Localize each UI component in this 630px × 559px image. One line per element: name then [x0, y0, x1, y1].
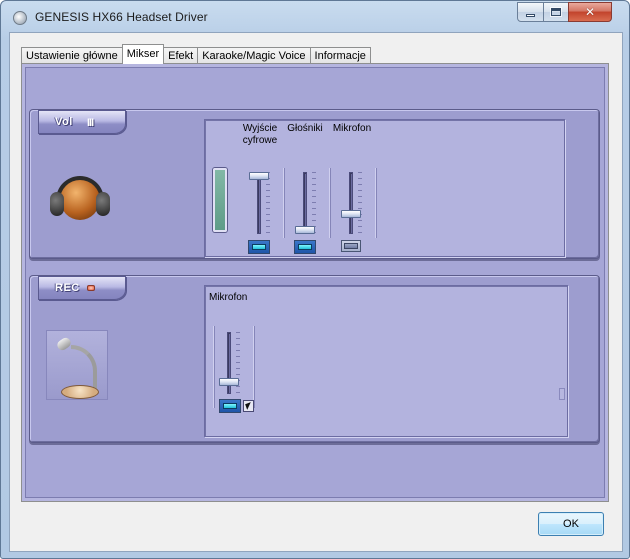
minimize-icon: [526, 13, 535, 17]
window-title: GENESIS HX66 Headset Driver: [35, 10, 208, 24]
tab-mikser[interactable]: Mikser: [121, 44, 165, 64]
close-icon: ✕: [584, 5, 596, 19]
channel-separator: [283, 168, 284, 238]
vol-badge: Vol III: [38, 110, 126, 134]
slider-mikrofon[interactable]: [341, 172, 362, 234]
rec-mute-button-mikrofon[interactable]: [219, 399, 241, 413]
mute-button-glosniki[interactable]: [294, 240, 316, 254]
mute-led-icon: [344, 243, 358, 249]
slider-wyjscie-cyfrowe[interactable]: [249, 172, 270, 234]
playback-channels-panel: Wyjście cyfrowe Głośniki Mikrofon: [204, 119, 565, 257]
headphones-icon: [48, 176, 112, 228]
channel-separator: [375, 168, 376, 238]
channel-label-glosniki: Głośniki: [287, 123, 323, 134]
slider-ticks: [312, 172, 316, 234]
rec-badge: REC: [38, 276, 126, 300]
close-button[interactable]: ✕: [568, 2, 612, 22]
channel-separator: [213, 326, 214, 408]
slider-glosniki[interactable]: [295, 172, 316, 234]
tab-informacje[interactable]: Informacje: [309, 47, 371, 64]
app-window: GENESIS HX66 Headset Driver ✕ Ustawienie…: [0, 0, 630, 559]
ok-button[interactable]: OK: [538, 512, 604, 536]
tab-ustawienie-glowne[interactable]: Ustawienie główne: [21, 47, 123, 64]
tab-karaoke-magic-voice[interactable]: Karaoke/Magic Voice: [197, 47, 311, 64]
slider-track: [257, 172, 261, 234]
rec-slider-mikrofon[interactable]: [219, 332, 240, 394]
channel-label-line: Wyjście: [242, 123, 278, 134]
maximize-button[interactable]: [543, 2, 569, 22]
slider-thumb[interactable]: [295, 226, 315, 234]
slider-thumb[interactable]: [341, 210, 361, 218]
channel-label-wyjscie-cyfrowe: Wyjście cyfrowe: [237, 123, 283, 147]
slider-thumb[interactable]: [249, 172, 269, 180]
mute-led-icon: [223, 403, 237, 409]
playback-volume-group: Vol III Wyjście cyfrowe Głośniki Mikrofo…: [29, 109, 600, 259]
tab-strip: Ustawienie główne Mikser Efekt Karaoke/M…: [21, 44, 371, 64]
app-icon[interactable]: [13, 11, 27, 25]
slider-track: [349, 172, 353, 234]
channel-label-mikrofon: Mikrofon: [332, 123, 372, 134]
slider-thumb[interactable]: [219, 378, 239, 386]
mute-led-icon: [298, 244, 312, 250]
minimize-button[interactable]: [517, 2, 544, 22]
recording-group: REC Mikrofon: [29, 275, 600, 443]
channel-label-line: cyfrowe: [242, 135, 278, 146]
mute-button-mikrofon[interactable]: [341, 240, 361, 252]
title-bar[interactable]: GENESIS HX66 Headset Driver ✕: [1, 1, 629, 33]
mikser-tab-panel: Vol III Wyjście cyfrowe Głośniki Mikrofo…: [21, 63, 609, 502]
vol-bars-icon: III: [87, 117, 94, 129]
mute-led-icon: [252, 244, 266, 250]
recording-channels-panel: Mikrofon: [204, 285, 568, 437]
output-level-meter: [213, 168, 227, 232]
scroll-handle[interactable]: [559, 388, 565, 400]
rec-channel-label-mikrofon: Mikrofon: [209, 292, 248, 303]
rec-select-source-button[interactable]: [243, 400, 254, 412]
mixer-background: Vol III Wyjście cyfrowe Głośniki Mikrofo…: [25, 67, 605, 498]
mute-button-wyjscie-cyfrowe[interactable]: [248, 240, 270, 254]
slider-ticks: [266, 172, 270, 234]
maximize-icon: [550, 7, 562, 17]
channel-separator: [253, 326, 254, 408]
rec-badge-label: REC: [55, 282, 80, 294]
slider-ticks: [358, 172, 362, 234]
tab-efekt[interactable]: Efekt: [163, 47, 199, 64]
vol-badge-label: Vol: [55, 116, 73, 128]
microphone-icon: [46, 330, 108, 400]
channel-separator: [329, 168, 330, 238]
record-indicator-icon: [87, 285, 95, 291]
slider-track: [303, 172, 307, 234]
dialog-client-area: Ustawienie główne Mikser Efekt Karaoke/M…: [9, 32, 623, 552]
